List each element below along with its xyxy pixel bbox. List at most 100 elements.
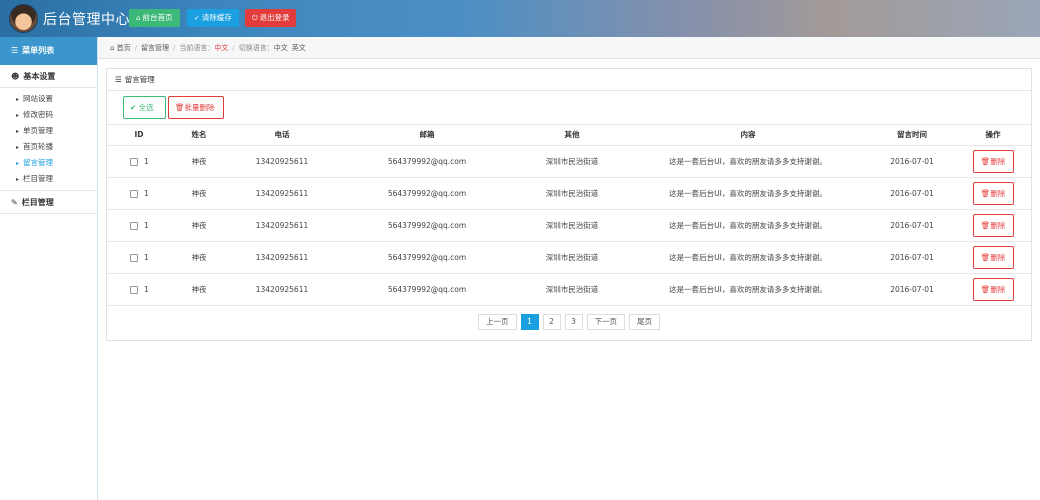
other-cell: 深圳市民治街道 — [517, 145, 627, 178]
sidebar-group-label: 基本设置 — [23, 72, 56, 81]
email-cell: 564379992@qq.com — [337, 209, 517, 242]
phone-cell: 13420925611 — [227, 177, 337, 210]
caret-right-icon: ▸ — [16, 144, 20, 151]
batch-delete-button[interactable]: 🗑批量删除 — [168, 96, 224, 119]
caret-right-icon: ▸ — [16, 96, 20, 103]
switch-language-label: 切换语言： — [238, 44, 274, 52]
page-button-2[interactable]: 2 — [542, 314, 561, 330]
email-cell: 564379992@qq.com — [337, 241, 517, 274]
frontend-home-button[interactable]: ⌂ 前台首页 — [129, 9, 180, 27]
row-checkbox[interactable] — [130, 285, 138, 294]
sidebar-header: ☰ 菜单列表 — [0, 37, 97, 65]
time-cell: 2016-07-01 — [869, 273, 955, 306]
other-cell: 深圳市民治街道 — [517, 209, 627, 242]
page-button-1[interactable]: 1 — [520, 314, 539, 330]
sidebar-item-column-management[interactable]: ▸ 栏目管理 — [0, 171, 97, 187]
row-checkbox[interactable] — [130, 221, 138, 230]
other-cell: 深圳市民治街道 — [517, 241, 627, 274]
other-cell: 深圳市民治街道 — [517, 273, 627, 306]
wrench-icon: ✓ — [194, 14, 200, 22]
last-page-button[interactable]: 尾页 — [629, 314, 660, 330]
sidebar-item-page-management[interactable]: ▸ 单页管理 — [0, 123, 97, 139]
home-icon: ⌂ — [136, 14, 141, 22]
breadcrumb-home[interactable]: 首页 — [117, 44, 131, 52]
trash-icon: 🗑 — [175, 103, 185, 112]
select-all-button[interactable]: ✔ 全选 — [123, 96, 166, 119]
other-cell: 深圳市民治街道 — [517, 177, 627, 210]
table-row: 1 神夜 13420925611 564379992@qq.com 深圳市民治街… — [107, 241, 1031, 274]
frontend-home-label: 前台首页 — [142, 13, 173, 22]
name-cell: 神夜 — [171, 177, 227, 210]
sidebar-item-label: 留言管理 — [23, 158, 54, 167]
sidebar-group-column-management[interactable]: ✎ 栏目管理 — [0, 191, 97, 214]
row-id: 1 — [144, 188, 149, 198]
name-cell: 神夜 — [171, 241, 227, 274]
row-delete-button[interactable]: 🗑删除 — [972, 213, 1014, 237]
action-cell: 🗑删除 — [955, 273, 1031, 306]
user-icon: ☻ — [11, 72, 20, 81]
language-option-chinese[interactable]: 中文 — [274, 44, 288, 52]
avatar — [9, 4, 38, 33]
row-delete-button[interactable]: 🗑删除 — [972, 149, 1014, 173]
row-checkbox[interactable] — [130, 157, 138, 166]
list-icon: ☰ — [11, 46, 19, 55]
row-delete-label: 删除 — [990, 188, 1006, 198]
panel-header: ☰ 留言管理 — [107, 69, 1031, 91]
next-page-button[interactable]: 下一页 — [586, 314, 625, 330]
action-cell: 🗑删除 — [955, 241, 1031, 274]
column-header-phone: 电话 — [227, 125, 337, 146]
id-cell: 1 — [107, 241, 171, 274]
row-checkbox[interactable] — [130, 189, 138, 198]
row-delete-button[interactable]: 🗑删除 — [972, 245, 1014, 269]
row-id: 1 — [144, 284, 149, 294]
sidebar-title: 菜单列表 — [22, 46, 55, 55]
logout-button[interactable]: ⏻ 退出登录 — [245, 9, 296, 27]
time-cell: 2016-07-01 — [869, 241, 955, 274]
content-cell: 这是一套后台UI，喜欢的朋友请多多支持谢谢。 — [627, 177, 869, 210]
prev-page-button[interactable]: 上一页 — [478, 314, 517, 330]
row-id: 1 — [144, 156, 149, 166]
table-row: 1 神夜 13420925611 564379992@qq.com 深圳市民治街… — [107, 177, 1031, 210]
sidebar-item-change-password[interactable]: ▸ 修改密码 — [0, 107, 97, 123]
language-option-english[interactable]: 英文 — [292, 44, 306, 52]
check-icon: ✔ — [130, 103, 139, 112]
row-delete-button[interactable]: 🗑删除 — [972, 181, 1014, 205]
current-language-value: 中文 — [214, 44, 229, 52]
pagination: 上一页 1 2 3 下一页 尾页 — [107, 314, 1031, 330]
trash-icon: 🗑 — [980, 284, 991, 294]
edit-icon: ✎ — [11, 198, 18, 207]
row-delete-label: 删除 — [990, 220, 1006, 230]
sidebar-item-message-management[interactable]: ▸ 留言管理 — [0, 155, 97, 171]
action-cell: 🗑删除 — [955, 145, 1031, 178]
column-header-other: 其他 — [517, 125, 627, 146]
table-row: 1 神夜 13420925611 564379992@qq.com 深圳市民治街… — [107, 145, 1031, 178]
trash-icon: 🗑 — [980, 156, 991, 166]
name-cell: 神夜 — [171, 145, 227, 178]
sidebar-item-label: 单页管理 — [23, 126, 54, 135]
breadcrumb-current: 留言管理 — [141, 44, 170, 52]
column-header-content: 内容 — [627, 125, 869, 146]
message-panel: ☰ 留言管理 ✔ 全选 🗑批量删除 ID 姓名 电话 邮箱 其他 内容 留言时间 … — [106, 68, 1032, 341]
clear-cache-label: 清除缓存 — [201, 13, 232, 22]
table-row: 1 神夜 13420925611 564379992@qq.com 深圳市民治街… — [107, 209, 1031, 242]
row-checkbox[interactable] — [130, 253, 138, 262]
select-all-label: 全选 — [138, 103, 154, 112]
email-cell: 564379992@qq.com — [337, 273, 517, 306]
clear-cache-button[interactable]: ✓ 清除缓存 — [187, 9, 239, 27]
sidebar-item-label: 栏目管理 — [23, 174, 54, 183]
caret-right-icon: ▸ — [16, 176, 20, 183]
sidebar: ☰ 菜单列表 ☻ 基本设置 ▸ 网站设置 ▸ 修改密码 ▸ 单页管理 ▸ 首页轮播 ▸ 留言管… — [0, 37, 98, 500]
caret-right-icon: ▸ — [16, 112, 20, 119]
sidebar-group-basic-settings[interactable]: ☻ 基本设置 — [0, 65, 97, 88]
table-header-row: ID 姓名 电话 邮箱 其他 内容 留言时间 操作 — [107, 125, 1031, 146]
column-header-actions: 操作 — [955, 125, 1031, 146]
id-cell: 1 — [107, 177, 171, 210]
sidebar-item-home-carousel[interactable]: ▸ 首页轮播 — [0, 139, 97, 155]
page-button-3[interactable]: 3 — [564, 314, 583, 330]
time-cell: 2016-07-01 — [869, 209, 955, 242]
trash-icon: 🗑 — [980, 220, 991, 230]
email-cell: 564379992@qq.com — [337, 177, 517, 210]
row-delete-button[interactable]: 🗑删除 — [972, 277, 1014, 301]
sidebar-item-site-settings[interactable]: ▸ 网站设置 — [0, 91, 97, 107]
sidebar-item-label: 网站设置 — [23, 94, 54, 103]
